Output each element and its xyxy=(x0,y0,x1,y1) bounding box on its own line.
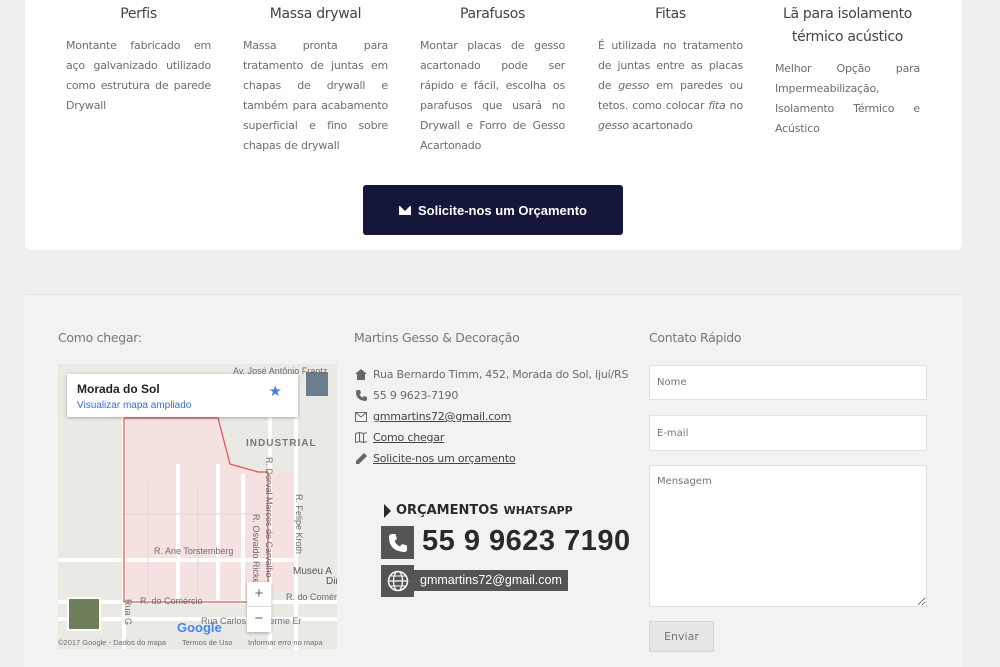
email-link[interactable]: gmmartins72@gmail.com xyxy=(373,410,511,423)
contact-form-title: Contato Rápido xyxy=(649,330,742,345)
map-label-street: R. Ane Torstemberg xyxy=(154,546,234,556)
request-quote-button[interactable]: Solicite-nos um Orçamento xyxy=(363,185,623,235)
map-label-district: INDUSTRIAL xyxy=(246,438,317,449)
company-title: Martins Gesso & Decoração xyxy=(354,330,520,345)
product-massa-drywall: Massa drywal Massa pronta para tratament… xyxy=(243,0,388,156)
product-la-isolamento: Lã para isolamento térmico acústico Melho… xyxy=(775,0,920,139)
product-title: Fitas xyxy=(655,6,686,22)
whatsapp-phone-icon xyxy=(381,526,414,559)
mail-icon xyxy=(355,411,367,423)
product-title: Massa drywal xyxy=(269,6,362,22)
map-report-link[interactable]: Informar erro no mapa xyxy=(248,638,323,647)
pencil-icon xyxy=(355,453,367,465)
product-title: Perfis xyxy=(120,6,157,22)
product-parafusos: Parafusos Montar placas de gesso acarton… xyxy=(420,0,565,156)
directions-row: Como chegar xyxy=(355,431,444,444)
product-description: Montante fabricado em aço galvanizado ut… xyxy=(66,39,211,112)
map-label-street: R. Dorval Marcos de Carvalho xyxy=(264,457,274,578)
product-fitas: Fitas É utilizada no tratamento de junta… xyxy=(598,0,743,136)
quote-row: Solicite-nos um orçamento xyxy=(355,452,516,465)
whatsapp-number: 55 9 9623 7190 xyxy=(422,525,631,557)
whatsapp-email: gmmartins72@gmail.com xyxy=(414,570,568,591)
map-place-name: Morada do Sol xyxy=(77,382,160,396)
phone-row: 55 9 9623-7190 xyxy=(355,389,458,402)
map-label-street: R. do Comércio xyxy=(286,592,337,602)
globe-icon xyxy=(381,565,414,597)
product-perfis: Perfis Montante fabricado em aço galvani… xyxy=(66,0,211,116)
address-text: Rua Bernardo Timm, 452, Morada do Sol, I… xyxy=(373,368,629,381)
star-icon[interactable]: ★ xyxy=(269,382,282,400)
map-zoom-control: + − xyxy=(247,582,271,632)
quote-link[interactable]: Solicite-nos um orçamento xyxy=(373,452,516,465)
product-title: Lã para isolamento térmico acústico xyxy=(782,6,913,45)
how-to-get-title: Como chegar: xyxy=(58,330,142,345)
email-row: gmmartins72@gmail.com xyxy=(355,410,511,423)
message-textarea[interactable] xyxy=(649,465,927,607)
home-icon xyxy=(355,369,367,381)
map-label-poi: Dir xyxy=(326,576,337,587)
map-place-card: Morada do Sol Visualizar mapa ampliado ★ xyxy=(67,374,298,417)
map-label-street: Rua G xyxy=(123,599,133,626)
phone-text: 55 9 9623-7190 xyxy=(373,389,459,402)
address-row: Rua Bernardo Timm, 452, Morada do Sol, I… xyxy=(355,368,628,381)
map-label-street: R. Osvaldo Ricke xyxy=(251,514,261,584)
envelope-icon xyxy=(398,205,411,215)
directions-link[interactable]: Como chegar xyxy=(373,431,444,444)
map-terms-link[interactable]: Termos de Uso xyxy=(182,638,232,647)
map-attribution: ©2017 Google - Dados do mapa xyxy=(58,638,167,647)
map-label-street: R. Felipe Kroth xyxy=(294,494,304,555)
phone-icon xyxy=(355,390,367,402)
send-button[interactable]: Enviar xyxy=(649,621,714,652)
name-input[interactable] xyxy=(649,365,927,400)
product-description: Montar placas de gesso acartonado pode s… xyxy=(420,39,565,152)
zoom-in-button[interactable]: + xyxy=(247,582,271,607)
google-logo: Google xyxy=(177,620,222,635)
map-label-street: R. do Comércio xyxy=(140,596,203,606)
product-description: Melhor Opção para Impermeabilização, Iso… xyxy=(775,62,920,135)
map-icon xyxy=(355,432,367,444)
map-label-avenue: Av. José Antônio Frantz xyxy=(233,366,328,376)
map-embed[interactable]: Morada do Sol Visualizar mapa ampliado ★… xyxy=(58,364,337,649)
product-title: Parafusos xyxy=(460,6,525,22)
zoom-out-button[interactable]: − xyxy=(247,607,271,632)
triangle-icon xyxy=(384,503,391,518)
product-description: É utilizada no tratamento de juntas entr… xyxy=(598,39,743,132)
map-larger-link[interactable]: Visualizar mapa ampliado xyxy=(77,400,191,411)
whatsapp-title: ORÇAMENTOS WHATSAPP xyxy=(384,503,573,518)
email-input[interactable] xyxy=(649,415,927,451)
product-description: Massa pronta para tratamento de juntas e… xyxy=(243,39,388,152)
